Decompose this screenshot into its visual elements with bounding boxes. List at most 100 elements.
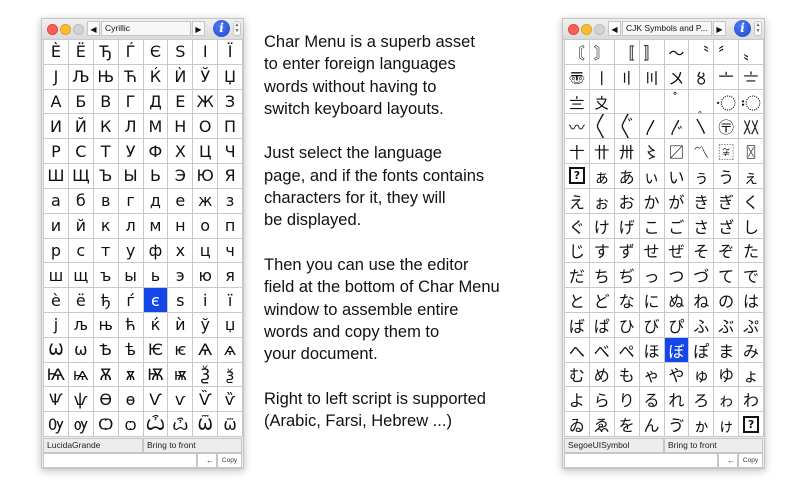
character-cell[interactable]: 〶 <box>714 114 739 139</box>
character-cell[interactable]: ぜ <box>664 238 689 263</box>
character-cell[interactable]: ぺ <box>614 337 639 362</box>
character-cell[interactable]: Ѧ <box>193 337 218 362</box>
character-cell[interactable]: Њ <box>93 64 118 89</box>
character-cell[interactable]: б <box>68 188 93 213</box>
character-cell[interactable]: こ <box>639 213 664 238</box>
editor-field[interactable] <box>564 453 718 468</box>
character-cell[interactable]: 〳 <box>639 114 664 139</box>
character-cell[interactable]: 〼 <box>664 139 689 164</box>
character-cell[interactable]: 〝 <box>689 40 714 64</box>
character-cell[interactable]: 〢 <box>614 64 639 89</box>
page-selector[interactable]: CJK Symbols and P... <box>622 21 712 36</box>
character-cell[interactable]: ょ <box>739 362 763 387</box>
character-cell[interactable]: э <box>168 263 193 288</box>
previous-page-button[interactable]: ◀ <box>87 21 100 36</box>
character-cell[interactable]: ж <box>193 188 218 213</box>
character-cell[interactable]: ぱ <box>589 312 614 337</box>
character-cell[interactable]: き <box>689 188 714 213</box>
character-cell[interactable]: ぁ <box>589 164 614 188</box>
character-cell[interactable]: Ѯ <box>193 362 218 387</box>
character-cell[interactable]: и <box>44 213 68 238</box>
character-cell[interactable]: ѣ <box>118 337 143 362</box>
character-cell[interactable]: С <box>68 139 93 164</box>
character-cell[interactable]: Ѿ <box>193 412 218 436</box>
character-cell-selected[interactable]: ぼ <box>664 337 689 362</box>
character-cell[interactable]: ѧ <box>218 337 242 362</box>
character-cell[interactable]: д <box>143 188 168 213</box>
character-cell[interactable]: Ѹ <box>44 412 68 436</box>
copy-button[interactable]: Copy <box>738 453 763 468</box>
character-cell[interactable]: і <box>193 288 218 312</box>
character-cell[interactable]: り <box>614 387 639 412</box>
character-cell[interactable]: ѭ <box>168 362 193 387</box>
character-cell[interactable]: ѩ <box>68 362 93 387</box>
previous-page-button[interactable]: ◀ <box>608 21 621 36</box>
character-cell[interactable]: ѱ <box>68 387 93 412</box>
character-cell[interactable]: ђ <box>93 288 118 312</box>
character-cell[interactable]: Ь <box>143 164 168 188</box>
character-cell[interactable]: あ <box>614 164 639 188</box>
minimize-button[interactable] <box>581 24 592 35</box>
character-cell[interactable]: お <box>614 188 639 213</box>
character-cell[interactable]: め <box>589 362 614 387</box>
character-cell[interactable]: Ѷ <box>193 387 218 412</box>
character-cell[interactable]: く <box>739 188 763 213</box>
character-cell[interactable]: ほ <box>639 337 664 362</box>
character-cell[interactable]: И <box>44 114 68 139</box>
character-cell[interactable]: よ <box>565 387 589 412</box>
character-cell[interactable]: ї <box>218 288 242 312</box>
character-cell[interactable]: ц <box>193 238 218 263</box>
character-cell[interactable]: Џ <box>218 64 242 89</box>
character-cell[interactable]: づ <box>689 263 714 288</box>
character-cell[interactable]: ѳ <box>118 387 143 412</box>
character-cell[interactable]: Ћ <box>118 64 143 89</box>
next-page-button[interactable]: ▶ <box>713 21 726 36</box>
character-cell[interactable]: Л <box>118 114 143 139</box>
character-cell[interactable]: む <box>565 362 589 387</box>
character-cell[interactable]: њ <box>93 312 118 337</box>
character-cell[interactable]: と <box>565 288 589 312</box>
character-cell[interactable]: л <box>118 213 143 238</box>
character-cell[interactable]: ќ <box>143 312 168 337</box>
character-cell[interactable]: Ц <box>193 139 218 164</box>
character-cell[interactable]: 〰 <box>565 114 589 139</box>
character-cell-selected[interactable]: є <box>143 288 168 312</box>
character-cell[interactable]: Т <box>93 139 118 164</box>
character-cell[interactable]: げ <box>614 213 639 238</box>
character-cell[interactable]: Ѳ <box>93 387 118 412</box>
character-cell[interactable]: п <box>218 213 242 238</box>
character-cell[interactable]: 〚 <box>614 40 639 64</box>
character-cell[interactable]: Ѡ <box>44 337 68 362</box>
character-cell[interactable]: ? <box>565 164 589 188</box>
character-cell[interactable]: ћ <box>118 312 143 337</box>
character-cell[interactable]: ぬ <box>664 288 689 312</box>
character-cell[interactable]: Ѵ <box>143 387 168 412</box>
character-cell[interactable]: ぴ <box>664 312 689 337</box>
character-cell[interactable]: し <box>739 213 763 238</box>
character-cell[interactable]: ф <box>143 238 168 263</box>
character-cell[interactable]: ѷ <box>218 387 242 412</box>
close-button[interactable] <box>568 24 579 35</box>
character-cell[interactable]: М <box>143 114 168 139</box>
character-cell[interactable]: в <box>93 188 118 213</box>
character-cell[interactable]: ぢ <box>614 263 639 288</box>
character-cell[interactable]: ゅ <box>689 362 714 387</box>
character-cell[interactable]: だ <box>565 263 589 288</box>
character-cell[interactable]: ы <box>118 263 143 288</box>
character-cell[interactable]: Е <box>168 89 193 114</box>
character-cell[interactable]: Ѱ <box>44 387 68 412</box>
character-cell[interactable]: Ш <box>44 164 68 188</box>
character-cell[interactable]: ゆ <box>714 362 739 387</box>
character-cell[interactable]: や <box>664 362 689 387</box>
character-cell[interactable]: ў <box>193 312 218 337</box>
character-cell[interactable]: ぃ <box>639 164 664 188</box>
character-cell[interactable]: 〸 <box>565 139 589 164</box>
character-cell[interactable]: щ <box>68 263 93 288</box>
character-cell[interactable]: Й <box>68 114 93 139</box>
bring-to-front-button[interactable]: Bring to front <box>143 438 242 453</box>
character-cell[interactable]: ѕ <box>168 288 193 312</box>
character-cell[interactable]: っ <box>639 263 664 288</box>
character-cell[interactable]: Ѣ <box>93 337 118 362</box>
character-cell[interactable]: ё <box>68 288 93 312</box>
character-cell[interactable]: І <box>193 40 218 64</box>
